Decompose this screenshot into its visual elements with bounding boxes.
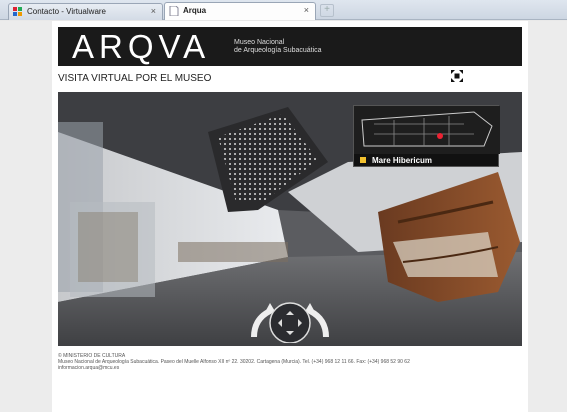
tab-title: Contacto - Virtualware: [27, 7, 106, 16]
museum-name: Museo Nacional de Arqueología Subacuátic…: [234, 39, 322, 55]
museum-floor-plan: [354, 106, 500, 154]
tab-close-icon[interactable]: ×: [151, 4, 156, 19]
rotate-left-icon[interactable]: [251, 308, 272, 338]
tab-close-icon[interactable]: ×: [304, 3, 309, 18]
minimap-location-text: Mare Hibericum: [372, 156, 433, 165]
minimap-location-label: Mare Hibericum: [360, 156, 432, 165]
virtualware-favicon-icon: [13, 7, 22, 16]
footer-email-link[interactable]: informacion.arqua@mcu.es: [58, 365, 522, 371]
tab-contacto-virtualware[interactable]: Contacto - Virtualware ×: [8, 3, 163, 20]
arqva-logo[interactable]: ARQVA: [72, 27, 210, 67]
museum-name-line2: de Arqueología Subacuática: [234, 47, 322, 54]
move-joystick[interactable]: [269, 302, 311, 343]
minimap[interactable]: Mare Hibericum: [353, 105, 500, 167]
tab-arqua[interactable]: Arqua ×: [164, 2, 316, 20]
museum-name-line1: Museo Nacional: [234, 39, 285, 46]
site-header: ARQVA Museo Nacional de Arqueología Suba…: [58, 27, 522, 66]
panorama-viewer[interactable]: Mare Hibericum: [58, 92, 522, 346]
site-footer: © MINISTERIO DE CULTURA Museo Nacional d…: [58, 353, 522, 371]
navigation-controls: [251, 302, 329, 343]
tab-title: Arqua: [183, 6, 207, 15]
location-marker-icon: [360, 157, 366, 163]
new-tab-button[interactable]: +: [320, 4, 334, 17]
rotate-right-icon[interactable]: [308, 308, 329, 338]
page-container: ARQVA Museo Nacional de Arqueología Suba…: [52, 21, 528, 412]
page-title: VISITA VIRTUAL POR EL MUSEO: [58, 73, 212, 84]
browser-tab-bar: Contacto - Virtualware × Arqua × +: [0, 0, 567, 20]
fullscreen-icon[interactable]: [451, 70, 463, 82]
blank-page-icon: [169, 6, 179, 16]
browser-viewport: ARQVA Museo Nacional de Arqueología Suba…: [0, 21, 567, 412]
